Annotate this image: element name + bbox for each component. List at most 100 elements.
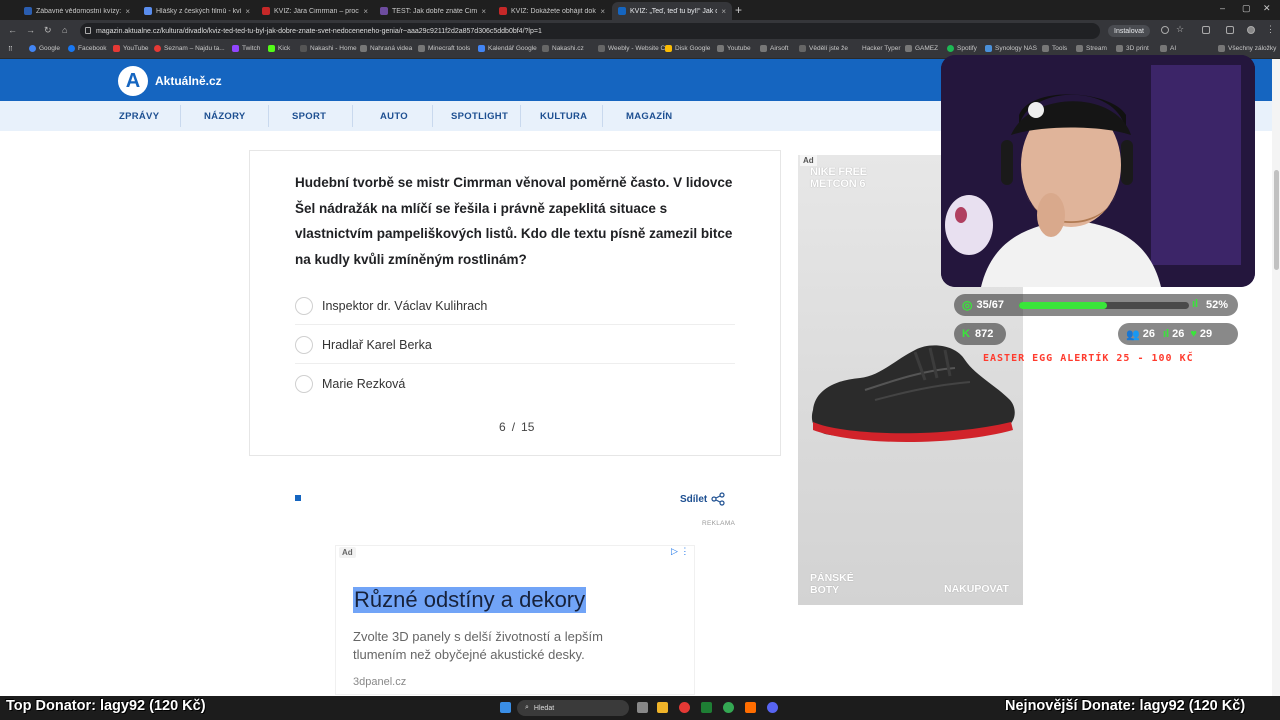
bookmark-item[interactable]: Seznam – Najdu ta...: [154, 45, 225, 52]
close-icon[interactable]: ×: [125, 7, 130, 16]
quiz-answer-option[interactable]: Marie Rezková: [295, 365, 735, 403]
menu-icon[interactable]: ⋮: [1266, 24, 1275, 35]
bookmark-label: YouTube: [123, 45, 149, 52]
file-explorer-icon[interactable]: [657, 702, 668, 713]
bookmark-item[interactable]: Vědělí jste že: [799, 45, 848, 52]
bookmark-item[interactable]: GAMEZ: [905, 45, 938, 52]
bookmark-item[interactable]: Youtube: [717, 45, 751, 52]
maximize-icon[interactable]: ▢: [1242, 3, 1251, 14]
minimize-icon[interactable]: –: [1220, 3, 1225, 13]
back-icon[interactable]: ←: [8, 25, 17, 35]
browser-tab[interactable]: KVÍZ: Jára Cimrman – procvič ×: [256, 2, 374, 20]
site-icon: [300, 45, 307, 52]
close-icon[interactable]: ×: [721, 7, 726, 16]
apps-icon[interactable]: ⠿: [8, 45, 13, 53]
easter-egg-alert: EASTER EGG ALERTÍK 25 - 100 KČ: [983, 353, 1194, 364]
bookmark-item[interactable]: Hacker Typer: [862, 45, 901, 52]
bookmark-item[interactable]: Nakashi.cz: [542, 45, 584, 52]
quiz-answer-option[interactable]: Inspektor dr. Václav Kulihrach: [295, 287, 735, 325]
bookmark-item[interactable]: Google: [29, 45, 60, 52]
ad-domain[interactable]: 3dpanel.cz: [353, 676, 406, 688]
downloads-icon[interactable]: [1226, 26, 1234, 34]
start-icon[interactable]: [500, 702, 511, 713]
quiz-answer-option[interactable]: Hradlař Karel Berka: [295, 326, 735, 364]
nav-item-sport[interactable]: SPORT: [292, 111, 326, 122]
app-icon[interactable]: [723, 702, 734, 713]
browser-tab[interactable]: Zábavné vědomostní kvízy: Ot ×: [18, 2, 136, 20]
total-questions: 15: [521, 420, 535, 434]
bookmark-item[interactable]: AI: [1160, 45, 1176, 52]
adchoices-icon[interactable]: ▷ ⋮: [671, 546, 689, 557]
bookmark-item[interactable]: Stream: [1076, 45, 1107, 52]
radio-button[interactable]: [295, 335, 313, 354]
address-bar[interactable]: magazin.aktualne.cz/kultura/divadlo/kviz…: [80, 23, 1100, 39]
star-icon[interactable]: ☆: [1176, 24, 1184, 35]
close-icon[interactable]: ×: [600, 7, 605, 16]
bookmark-item[interactable]: Nahraná videa: [360, 45, 412, 52]
nav-item-spotlight[interactable]: SPOTLIGHT: [451, 111, 508, 122]
folder-icon: [1042, 45, 1049, 52]
close-icon[interactable]: ×: [363, 7, 368, 16]
browser-tab[interactable]: Hlášky z českých filmů - kvíz | ×: [138, 2, 256, 20]
bars-icon: ıl: [1192, 298, 1199, 310]
extensions-icon[interactable]: [1202, 26, 1210, 34]
folder-icon: [760, 45, 767, 52]
radio-button[interactable]: [295, 375, 313, 393]
bookmark-item[interactable]: Kick: [268, 45, 290, 52]
browser-tab-active[interactable]: KVÍZ: „Teď, teď tu byl!“ Jak dob ×: [612, 2, 732, 20]
browser-tab[interactable]: TEST: Jak dobře znáte Cimrma×: [374, 2, 492, 20]
bookmark-item[interactable]: Minecraft tools: [418, 45, 470, 52]
nav-item-kultura[interactable]: KULTURA: [540, 111, 587, 122]
reload-icon[interactable]: ↻: [44, 25, 52, 36]
bookmark-item[interactable]: Všechny záložky: [1218, 45, 1276, 52]
ad-product-line: METCON 6: [810, 178, 866, 190]
quiz-question: Hudební tvorbě se mistr Cimrman věnoval …: [295, 175, 733, 267]
window-close-icon[interactable]: ✕: [1263, 3, 1271, 14]
nav-item-nazory[interactable]: NÁZORY: [204, 111, 246, 122]
radio-button[interactable]: [295, 296, 313, 315]
chrome-icon[interactable]: [679, 702, 690, 713]
search-label: Hledat: [533, 704, 555, 712]
site-logo-text[interactable]: Aktuálně.cz: [155, 74, 222, 88]
install-button[interactable]: Instalovat: [1108, 25, 1150, 37]
bookmark-item[interactable]: YouTube: [113, 45, 149, 52]
close-icon[interactable]: ×: [245, 7, 250, 16]
discord-icon[interactable]: [767, 702, 778, 713]
ad-headline[interactable]: Různé odstíny a dekory: [353, 587, 587, 613]
profile-avatar-icon[interactable]: [1247, 26, 1255, 34]
site-icon: [598, 45, 605, 52]
app-icon[interactable]: [745, 702, 756, 713]
close-icon[interactable]: ×: [481, 7, 486, 16]
text-ad[interactable]: [335, 545, 695, 695]
bookmark-item[interactable]: Airsoft: [760, 45, 788, 52]
home-icon[interactable]: ⌂: [62, 25, 67, 35]
task-view-icon[interactable]: [637, 702, 648, 713]
bookmark-item[interactable]: Tools: [1042, 45, 1067, 52]
bookmark-item[interactable]: Nakashi - Home: [300, 45, 357, 52]
nav-item-zpravy[interactable]: ZPRÁVY: [119, 111, 159, 122]
ad-product-name: NIKE FREE METCON 6: [810, 166, 867, 190]
progress-count: 35/67: [976, 299, 1005, 311]
nav-item-auto[interactable]: AUTO: [380, 111, 408, 122]
bookmark-item[interactable]: Weebly - Website C...: [598, 45, 671, 52]
page-scrollbar[interactable]: [1272, 59, 1280, 696]
new-tab-icon[interactable]: +: [735, 3, 742, 17]
bookmark-item[interactable]: Twitch: [232, 45, 260, 52]
bookmark-item[interactable]: Disk Google: [665, 45, 710, 52]
nav-item-magazin[interactable]: MAGAZÍN: [626, 111, 672, 122]
forward-icon[interactable]: →: [26, 25, 35, 35]
bookmark-item[interactable]: Kalendář Google: [478, 45, 537, 52]
excel-icon[interactable]: [701, 702, 712, 713]
site-logo[interactable]: A: [118, 66, 148, 96]
ad-cta-button[interactable]: NAKUPOVAT: [944, 583, 1009, 596]
bookmark-item[interactable]: Facebook: [68, 45, 107, 52]
scrollbar-thumb[interactable]: [1274, 170, 1279, 270]
zoom-icon[interactable]: [1161, 26, 1169, 34]
bookmark-label: Nakashi.cz: [552, 45, 584, 52]
share-button[interactable]: Sdílet: [680, 492, 725, 506]
bookmark-item[interactable]: Synology NAS: [985, 45, 1037, 52]
bookmark-item[interactable]: 3D print: [1116, 45, 1149, 52]
browser-tab[interactable]: KVÍZ: Dokážete obhájit doktor ×: [493, 2, 611, 20]
taskbar-search[interactable]: ⌕ Hledat: [517, 700, 629, 716]
bookmark-item[interactable]: Spotify: [947, 45, 977, 52]
